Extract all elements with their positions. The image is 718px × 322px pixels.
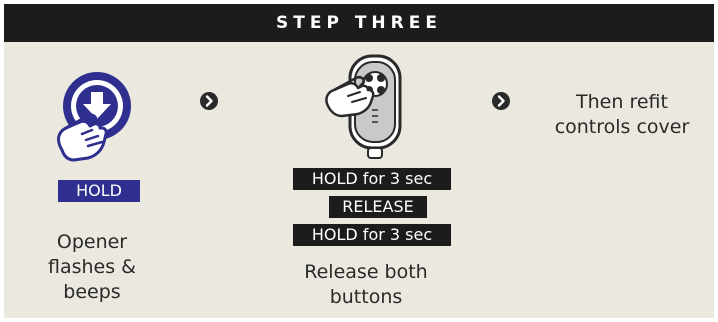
chevron-right-icon — [492, 92, 510, 110]
press-down-button-icon — [57, 72, 131, 162]
hold-3sec-text: HOLD for 3 sec — [311, 225, 433, 244]
hold-3sec-text: HOLD for 3 sec — [311, 169, 433, 188]
hold-3sec-label: HOLD for 3 sec — [293, 224, 451, 246]
instruction-panel: STEP THREE HOLD Opener flashes & beeps H… — [4, 4, 714, 318]
hold-label: HOLD — [58, 180, 140, 202]
release-label: RELEASE — [329, 196, 427, 218]
caption-line: flashes & — [48, 256, 136, 278]
remote-control-press-icon — [325, 54, 402, 159]
caption-line: controls cover — [554, 116, 690, 138]
hold-text: HOLD — [76, 181, 122, 200]
hold-3sec-label: HOLD for 3 sec — [293, 168, 451, 190]
chevron-right-icon — [200, 92, 218, 110]
caption-line: beeps — [63, 281, 121, 303]
caption-line: buttons — [329, 286, 403, 308]
caption-line: Release both — [304, 261, 428, 283]
release-text: RELEASE — [342, 197, 414, 216]
step-title: STEP THREE — [276, 13, 442, 33]
step-header: STEP THREE — [4, 4, 714, 42]
caption-line: Opener — [56, 231, 128, 253]
caption-line: Then refit — [576, 91, 668, 113]
step1-caption: Opener flashes & beeps — [22, 230, 162, 305]
step2-caption: Release both buttons — [276, 260, 456, 310]
step3-caption: Then refit controls cover — [532, 90, 712, 140]
